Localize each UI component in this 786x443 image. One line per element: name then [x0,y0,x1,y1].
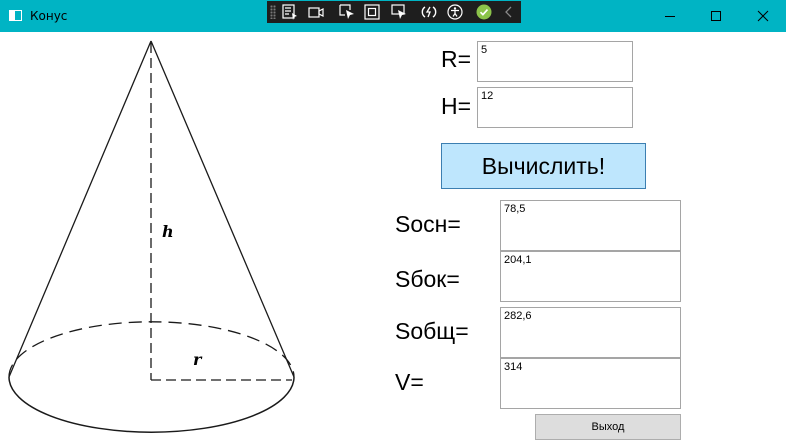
total-area-output[interactable]: 282,6 [500,307,681,358]
volume-output[interactable]: 314 [500,358,681,409]
exit-button[interactable]: Выход [535,414,681,440]
collapse-icon[interactable] [501,4,517,20]
main-content: h r R= 5 H= 12 Вычислить! Sосн= 78,5 Sбо… [0,32,786,443]
height-label: h [162,222,174,241]
base-area-output[interactable]: 78,5 [500,200,681,251]
cone-diagram: h r [8,40,295,433]
accessibility-icon[interactable] [447,4,463,20]
track-focus-icon[interactable] [391,4,407,20]
base-area-label: Sосн= [395,211,461,237]
calculate-button[interactable]: Вычислить! [441,143,646,189]
debug-toolbar [267,1,521,23]
hot-reload-icon[interactable] [421,4,437,20]
lateral-area-label: Sбок= [395,266,460,292]
r-label: R= [441,46,472,72]
window-title: Конус [30,9,68,23]
radius-label: r [193,350,203,369]
close-button[interactable] [740,0,786,32]
volume-label: V= [395,369,424,395]
minimize-icon [665,16,675,17]
lateral-area-output[interactable]: 204,1 [500,251,681,302]
total-area-label: Sобщ= [395,318,469,344]
maximize-icon [711,11,721,21]
title-bar: Конус [0,0,786,32]
h-label: H= [441,93,472,119]
live-visual-tree-icon[interactable] [282,4,298,20]
select-element-icon[interactable] [339,4,355,20]
maximize-button[interactable] [693,0,739,32]
h-input[interactable]: 12 [477,87,633,128]
display-layout-adorners-icon[interactable] [364,4,380,20]
minimize-button[interactable] [647,0,693,32]
window-icon [9,10,22,21]
close-icon [757,10,769,22]
record-icon[interactable] [308,4,324,20]
check-icon[interactable] [476,4,492,20]
r-input[interactable]: 5 [477,41,633,82]
toolbar-grip-icon[interactable] [270,5,276,19]
